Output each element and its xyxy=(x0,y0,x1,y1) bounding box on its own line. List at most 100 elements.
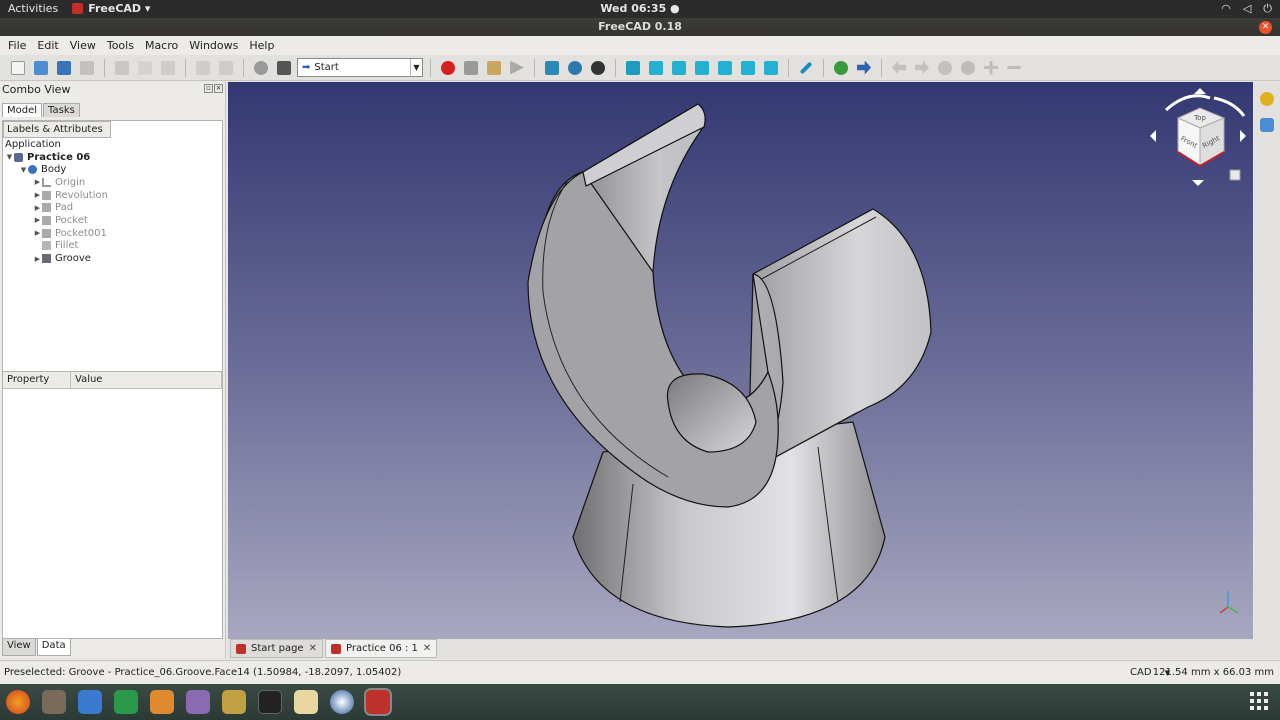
tab-view[interactable]: View xyxy=(2,639,36,656)
new-button[interactable] xyxy=(8,58,28,78)
power-icon[interactable]: ⏻ xyxy=(1263,2,1272,16)
collapsed-arrow-icon[interactable]: ▶ xyxy=(33,216,42,224)
menu-view[interactable]: View xyxy=(70,39,96,52)
folder-icon[interactable] xyxy=(1260,118,1274,132)
text-editor-icon[interactable] xyxy=(294,690,318,714)
web-button[interactable] xyxy=(831,58,851,78)
tree-item-body[interactable]: ▼ Body xyxy=(3,163,222,176)
navigation-cube[interactable]: Top Front Right xyxy=(1148,88,1253,198)
show-applications-icon[interactable] xyxy=(1250,692,1268,710)
undo-button[interactable] xyxy=(193,58,213,78)
zoom-in-button[interactable] xyxy=(981,58,1001,78)
print-button[interactable] xyxy=(77,58,97,78)
cut-button[interactable] xyxy=(112,58,132,78)
forward-button[interactable] xyxy=(854,58,874,78)
collapsed-arrow-icon[interactable]: ▶ xyxy=(33,204,42,212)
system-tray[interactable]: ◠ ◁ ⏻ xyxy=(1221,2,1272,16)
software-icon[interactable] xyxy=(150,690,174,714)
workbench-selector[interactable]: ➡ Start ▼ xyxy=(297,58,423,77)
firefox-icon[interactable] xyxy=(6,690,30,714)
globe-icon[interactable] xyxy=(330,690,354,714)
close-tab-icon[interactable]: ✕ xyxy=(309,643,317,654)
open-button[interactable] xyxy=(31,58,51,78)
value-column-header[interactable]: Value xyxy=(71,372,222,388)
rotate-right-arrow-icon[interactable] xyxy=(1240,130,1246,142)
fit-all-button[interactable] xyxy=(542,58,562,78)
collapsed-arrow-icon[interactable]: ▶ xyxy=(33,191,42,199)
close-window-button[interactable]: ✕ xyxy=(1259,21,1272,34)
clock[interactable]: Wed 06:35 ● xyxy=(0,2,1280,15)
save-button[interactable] xyxy=(54,58,74,78)
stop-button[interactable] xyxy=(958,58,978,78)
fit-selection-button[interactable] xyxy=(565,58,585,78)
measure-button[interactable] xyxy=(796,58,816,78)
menu-file[interactable]: File xyxy=(8,39,26,52)
menu-help[interactable]: Help xyxy=(249,39,274,52)
tree-item-pocket[interactable]: ▶ Pocket xyxy=(3,214,222,227)
doc-tab-practice06[interactable]: Practice 06 : 1 ✕ xyxy=(324,639,438,658)
3d-viewport[interactable]: Top Front Right xyxy=(228,82,1253,639)
refresh-button[interactable] xyxy=(251,58,271,78)
expanded-arrow-icon[interactable]: ▼ xyxy=(19,166,28,174)
reload-button[interactable] xyxy=(935,58,955,78)
report-view-icon[interactable] xyxy=(1260,92,1274,106)
float-panel-button[interactable]: ▫ xyxy=(204,84,213,93)
tree-item-origin[interactable]: ▶ Origin xyxy=(3,176,222,189)
volume-icon[interactable]: ◁ xyxy=(1243,2,1251,16)
copy-button[interactable] xyxy=(135,58,155,78)
gimp-icon[interactable] xyxy=(222,690,246,714)
rotate-up-arrow-icon[interactable] xyxy=(1194,88,1206,94)
tree-item-revolution[interactable]: ▶ Revolution xyxy=(3,189,222,202)
property-column-header[interactable]: Property xyxy=(3,372,71,388)
zoom-out-button[interactable] xyxy=(1004,58,1024,78)
tab-model[interactable]: Model xyxy=(2,103,43,117)
tab-tasks[interactable]: Tasks xyxy=(43,103,80,117)
menu-tools[interactable]: Tools xyxy=(107,39,134,52)
close-tab-icon[interactable]: ✕ xyxy=(423,643,431,654)
right-view-button[interactable] xyxy=(692,58,712,78)
draw-style-button[interactable] xyxy=(588,58,608,78)
writer-icon[interactable] xyxy=(78,690,102,714)
collapsed-arrow-icon[interactable]: ▶ xyxy=(33,255,42,263)
menu-windows[interactable]: Windows xyxy=(189,39,238,52)
tab-data[interactable]: Data xyxy=(36,639,71,656)
menu-macro[interactable]: Macro xyxy=(145,39,178,52)
collapsed-arrow-icon[interactable]: ▶ xyxy=(33,229,42,237)
paste-button[interactable] xyxy=(158,58,178,78)
tree-item-document[interactable]: ▼ Practice 06 xyxy=(3,151,222,164)
rotate-left-arrow-icon[interactable] xyxy=(1150,130,1156,142)
files-icon[interactable] xyxy=(42,690,66,714)
calc-icon[interactable] xyxy=(114,690,138,714)
rear-view-button[interactable] xyxy=(715,58,735,78)
freecad-dock-icon[interactable] xyxy=(364,688,392,716)
bottom-view-button[interactable] xyxy=(738,58,758,78)
expanded-arrow-icon[interactable]: ▼ xyxy=(5,153,14,161)
isometric-view-button[interactable] xyxy=(623,58,643,78)
tree-item-pocket001[interactable]: ▶ Pocket001 xyxy=(3,227,222,240)
macro-run-button[interactable] xyxy=(507,58,527,78)
macro-edit-button[interactable] xyxy=(484,58,504,78)
left-view-button[interactable] xyxy=(761,58,781,78)
doc-tab-start-page[interactable]: Start page ✕ xyxy=(230,639,323,658)
screenshot-icon[interactable] xyxy=(186,690,210,714)
terminal-icon[interactable] xyxy=(258,690,282,714)
tree-item-application[interactable]: Application xyxy=(3,138,222,151)
view-menu-cube-icon[interactable] xyxy=(1229,169,1241,181)
whats-this-button[interactable] xyxy=(274,58,294,78)
tree-item-pad[interactable]: ▶ Pad xyxy=(3,201,222,214)
top-view-button[interactable] xyxy=(669,58,689,78)
front-view-button[interactable] xyxy=(646,58,666,78)
close-panel-button[interactable]: × xyxy=(214,84,223,93)
tree-column-header[interactable]: Labels & Attributes xyxy=(3,121,111,138)
3d-model[interactable] xyxy=(228,82,1253,639)
redo-button[interactable] xyxy=(216,58,236,78)
tree-item-fillet[interactable]: Fillet xyxy=(3,240,222,253)
macro-stop-button[interactable] xyxy=(461,58,481,78)
wifi-icon[interactable]: ◠ xyxy=(1221,2,1231,16)
macro-record-button[interactable] xyxy=(438,58,458,78)
next-button[interactable] xyxy=(912,58,932,78)
collapsed-arrow-icon[interactable]: ▶ xyxy=(33,178,42,186)
rotate-down-arrow-icon[interactable] xyxy=(1192,180,1204,186)
tree-item-groove[interactable]: ▶ Groove xyxy=(3,252,222,265)
back-button[interactable] xyxy=(889,58,909,78)
